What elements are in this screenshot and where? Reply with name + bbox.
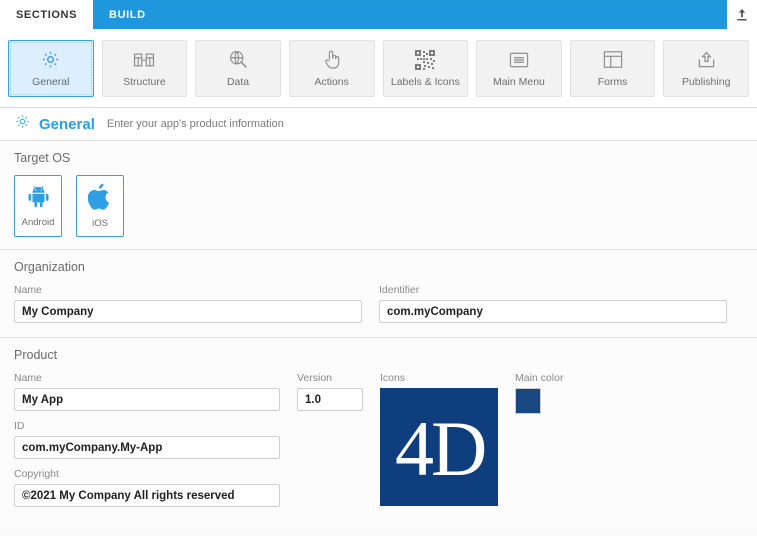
panel-product: Product Name ID Copyright Version Icons … [0,338,757,521]
product-main-color-group: Main color [515,372,635,507]
tool-forms-label: Forms [597,75,628,88]
product-id-input[interactable] [14,436,280,459]
tool-actions-label: Actions [314,75,349,88]
fourd-logo-icon: 4 D [395,405,487,489]
layout-icon [603,49,623,71]
upload-icon [737,8,747,20]
product-name-input[interactable] [14,388,280,411]
tab-build-label: BUILD [109,8,146,21]
tab-sections-label: SECTIONS [16,8,78,21]
menu-panel-icon [508,49,530,71]
section-header: General Enter your app's product informa… [0,108,757,141]
structure-icon [133,49,155,71]
product-version-input[interactable] [297,388,363,411]
upload-button[interactable] [727,0,757,29]
qr-code-icon [415,49,436,71]
tool-main-menu[interactable]: Main Menu [476,39,562,97]
product-main-color-label: Main color [515,372,564,384]
panel-target-os-title: Target OS [14,151,71,165]
product-version-label: Version [297,372,333,384]
tool-forms[interactable]: Forms [569,39,656,97]
page-subtitle: Enter your app's product information [106,118,284,130]
panel-organization-title: Organization [14,260,85,274]
product-copyright-input[interactable] [14,484,280,507]
tool-publishing[interactable]: Publishing [663,39,749,97]
product-id-label: ID [14,420,25,432]
tool-actions[interactable]: Actions [288,39,375,97]
organization-name-input[interactable] [14,300,362,323]
settings-scroll-area[interactable]: Target OS Android iOS Organization Name … [0,141,757,536]
main-color-swatch[interactable] [515,388,541,414]
data-search-icon [228,49,249,71]
os-tile-android-label: Android [21,217,55,228]
tool-structure[interactable]: Structure [101,39,188,97]
product-fields: Name ID Copyright Version Icons 4 D [14,372,743,507]
tab-build[interactable]: BUILD [93,0,162,29]
tool-data[interactable]: Data [195,39,281,97]
organization-name-group: Name [14,284,362,323]
panel-organization: Organization Name Identifier [0,250,757,338]
tool-labels-icons-label: Labels & Icons [390,75,460,88]
product-icons-label: Icons [380,372,406,384]
tool-labels-icons[interactable]: Labels & Icons [382,39,469,97]
hand-pointer-icon [323,49,341,71]
tab-bar-spacer [162,0,727,29]
svg-text:4: 4 [395,405,434,489]
gear-icon [14,113,31,135]
apple-icon [87,183,113,215]
os-tile-row: Android iOS [14,175,743,237]
os-tile-ios-label: iOS [92,218,108,229]
top-tab-bar: SECTIONS BUILD [0,0,757,29]
product-main-column: Name ID Copyright [14,372,280,507]
tool-general-label: General [32,75,70,88]
os-tile-ios[interactable]: iOS [76,175,124,237]
organization-identifier-input[interactable] [379,300,727,323]
organization-identifier-label: Identifier [379,284,420,296]
panel-product-title: Product [14,348,58,362]
tool-data-label: Data [226,75,250,88]
svg-text:D: D [431,405,487,489]
product-icons-group: Icons 4 D [380,372,498,507]
page-title: General [39,115,95,133]
android-icon [26,184,51,214]
product-version-group: Version [297,372,363,507]
product-copyright-label: Copyright [14,468,59,480]
organization-fields: Name Identifier [14,284,743,323]
publish-icon [696,49,717,71]
tab-sections[interactable]: SECTIONS [0,0,94,29]
product-name-label: Name [14,372,43,384]
app-icon-preview[interactable]: 4 D [380,388,498,506]
tool-publishing-label: Publishing [681,75,731,88]
tool-general[interactable]: General [8,39,94,97]
os-tile-android[interactable]: Android [14,175,62,237]
panel-target-os: Target OS Android iOS [0,141,757,250]
organization-identifier-group: Identifier [379,284,727,323]
gear-icon [40,49,61,71]
tool-structure-label: Structure [123,75,166,88]
tool-main-menu-label: Main Menu [492,75,545,88]
section-toolbar: General Structure Data Actions Labels & … [0,29,757,108]
organization-name-label: Name [14,284,43,296]
